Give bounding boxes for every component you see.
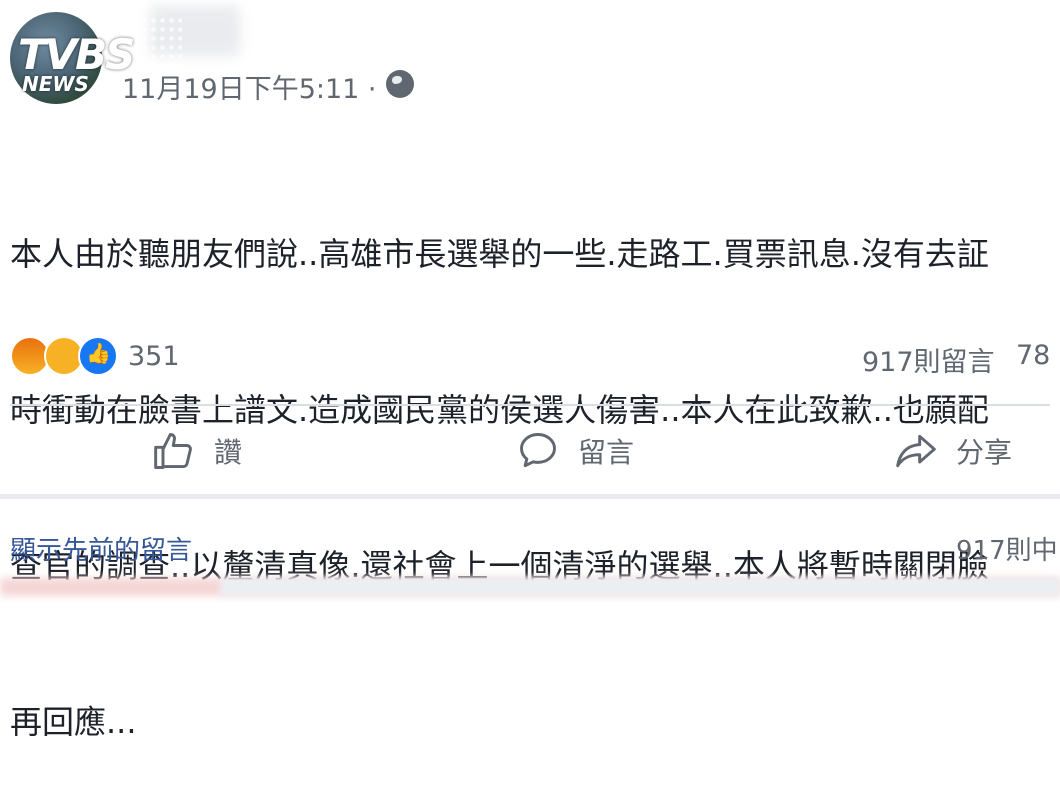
globe-icon	[386, 70, 414, 98]
watermark-news: NEWS	[22, 72, 89, 96]
post-timestamp[interactable]: 11月19日下午5:11 ·	[122, 67, 377, 106]
share-button[interactable]: 分享	[894, 428, 1012, 474]
post-line: 本人由於聽朋友們說..高雄市長選舉的一些.走路工.買票訊息.沒有去証	[10, 235, 989, 273]
share-count[interactable]: 78	[1016, 340, 1050, 371]
comment-bubble-icon	[520, 433, 556, 468]
post-line: 再回應...	[10, 703, 137, 741]
reactions-summary[interactable]: 351	[10, 336, 180, 376]
share-button-label: 分享	[956, 436, 1013, 469]
like-button[interactable]: 讚	[152, 428, 242, 474]
comment-count[interactable]: 917則留言	[862, 340, 995, 379]
comment-button-label: 留言	[578, 436, 635, 469]
divider	[0, 494, 1060, 499]
like-button-label: 讚	[214, 436, 243, 469]
reaction-count[interactable]: 351	[128, 341, 180, 372]
blurred-comment	[220, 578, 1060, 596]
divider	[10, 404, 1050, 406]
share-arrow-icon	[896, 434, 936, 468]
like-reaction-icon	[78, 336, 118, 376]
thumbs-up-icon	[154, 433, 192, 469]
comment-pagination-count: 917則中	[956, 536, 1058, 566]
show-previous-comments-link[interactable]: 顯示先前的留言	[10, 530, 192, 567]
comment-button[interactable]: 留言	[516, 428, 634, 474]
